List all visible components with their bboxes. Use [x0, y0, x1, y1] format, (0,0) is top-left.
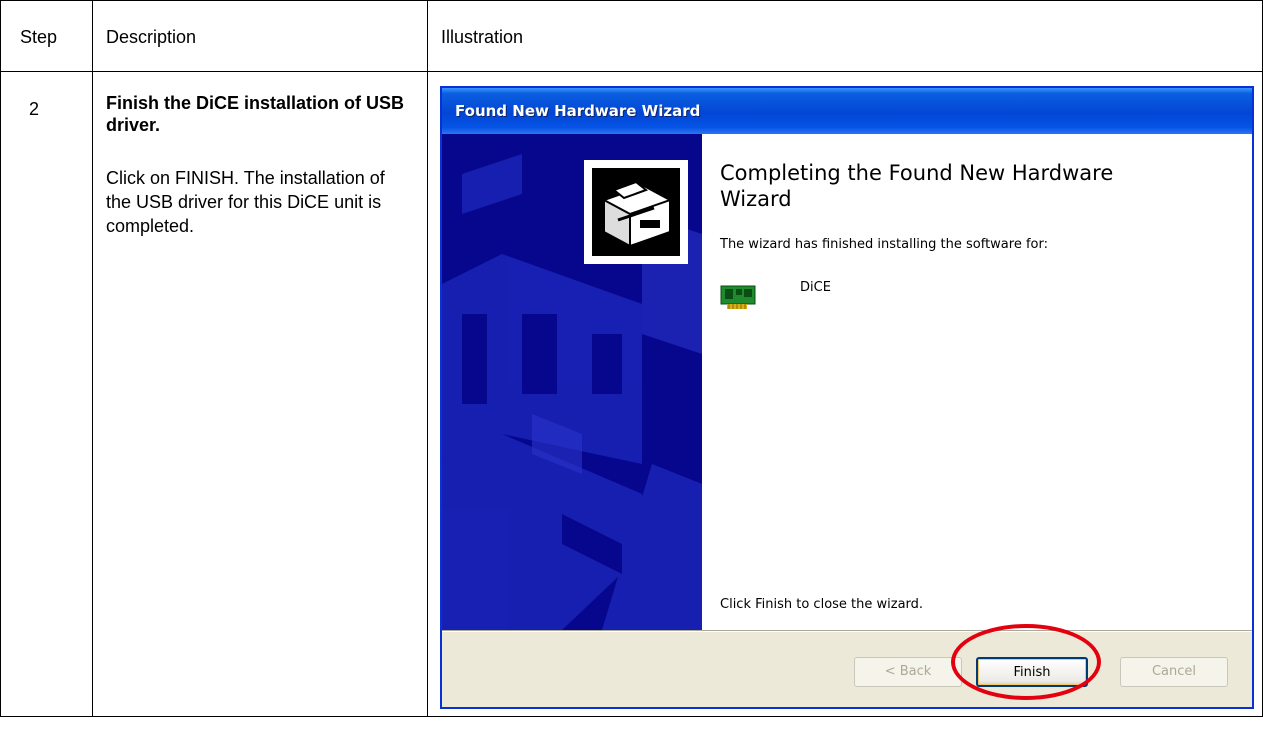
col-left-border	[0, 0, 1, 717]
header-step: Step	[20, 27, 58, 47]
footer-divider-highlight	[442, 631, 1252, 632]
col-divider-1	[92, 0, 93, 717]
wizard-content: Completing the Found New Hardware Wizard…	[702, 134, 1252, 630]
back-button[interactable]: < Back	[854, 657, 962, 687]
device-name: DiCE	[800, 280, 831, 295]
header-bottom-border	[0, 71, 1263, 72]
step-number: 2	[28, 99, 39, 119]
table-bottom-border	[0, 716, 1263, 717]
header-illustration: Illustration	[441, 27, 524, 47]
step-title: Finish the DiCE installation of USB driv…	[106, 93, 405, 135]
header-description: Description	[106, 27, 197, 47]
hardware-wizard-icon	[584, 160, 688, 264]
col-divider-2	[427, 0, 428, 717]
cancel-button[interactable]: Cancel	[1120, 657, 1228, 687]
wizard-side-graphic	[442, 134, 702, 630]
finished-text: The wizard has finished installing the s…	[720, 237, 1048, 252]
pci-card-icon	[720, 282, 758, 312]
finish-highlight-circle	[951, 624, 1101, 700]
table-top-border	[0, 0, 1263, 1]
wizard-title-bar[interactable]: Found New Hardware Wizard	[442, 88, 1252, 134]
step-description: Click on FINISH. The installation of the…	[106, 168, 385, 236]
wizard-title: Found New Hardware Wizard	[455, 102, 701, 120]
wizard-window: Found New Hardware Wizard Completing the…	[440, 86, 1254, 709]
close-instruction: Click Finish to close the wizard.	[720, 597, 924, 612]
wizard-heading: Completing the Found New Hardware Wizard	[720, 161, 1114, 211]
